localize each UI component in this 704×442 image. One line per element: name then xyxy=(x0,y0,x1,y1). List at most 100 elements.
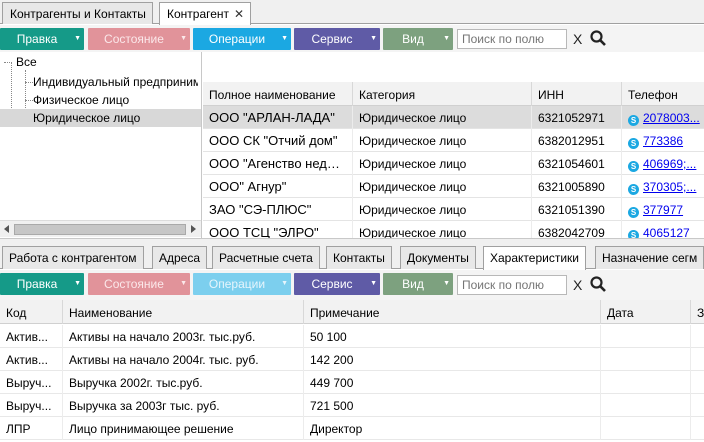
skype-icon[interactable]: S xyxy=(628,161,639,172)
table-row[interactable]: ООО СК "Отчий дом" Юридическое лицо 6382… xyxy=(203,129,704,152)
cell-inn: 6321054601 xyxy=(532,152,622,175)
tree-horizontal-scrollbar[interactable] xyxy=(0,220,201,237)
column-header-phone[interactable]: Телефон xyxy=(622,82,704,106)
field-search-input[interactable] xyxy=(457,275,567,295)
skype-icon[interactable]: S xyxy=(628,184,639,195)
button-label: Сервис xyxy=(311,277,353,291)
phone-link[interactable]: 773386 xyxy=(643,134,683,148)
operations-menu-button[interactable]: Операции ▼ xyxy=(193,273,291,295)
phone-link[interactable]: 2078003... xyxy=(643,111,700,125)
skype-icon[interactable]: S xyxy=(628,138,639,149)
edit-menu-button[interactable]: Правка ▼ xyxy=(0,273,84,295)
skype-icon[interactable]: S xyxy=(628,207,639,218)
search-icon[interactable] xyxy=(590,276,606,292)
button-label: Правка xyxy=(16,277,58,291)
tab-characteristics[interactable]: Характеристики xyxy=(483,246,586,270)
table-row[interactable]: ООО "АРЛАН-ЛАДА" Юридическое лицо 632105… xyxy=(203,106,704,129)
column-header-date[interactable]: Дата xyxy=(601,300,691,324)
column-header-name[interactable]: Наименование xyxy=(63,300,304,324)
detail-tab-strip: Работа с контрагентом Адреса Расчетные с… xyxy=(0,244,704,270)
dropdown-arrow-icon: ▼ xyxy=(180,35,187,42)
cell-inn: 6382012951 xyxy=(532,129,622,152)
view-menu-button[interactable]: Вид ▼ xyxy=(383,273,453,295)
dropdown-arrow-icon: ▼ xyxy=(370,280,377,287)
cell-inn: 6321051390 xyxy=(532,198,622,221)
scroll-right-icon[interactable] xyxy=(191,225,196,233)
button-label: Состояние xyxy=(104,277,164,291)
cell-category: Юридическое лицо xyxy=(353,175,532,198)
column-header-value[interactable]: З xyxy=(691,300,704,324)
table-row[interactable]: Актив... Активы на начало 2004г. тыс. ру… xyxy=(0,348,704,371)
dropdown-arrow-icon: ▼ xyxy=(74,280,81,287)
skype-icon[interactable]: S xyxy=(628,115,639,126)
column-header-note[interactable]: Примечание xyxy=(304,300,601,324)
cell-date xyxy=(601,371,691,394)
tab-documents[interactable]: Документы xyxy=(400,246,476,269)
table-row[interactable]: ООО ТСЦ "ЭЛРО" Юридическое лицо 63820427… xyxy=(203,221,704,238)
tab-counterparty[interactable]: Контрагент ✕ xyxy=(159,2,252,25)
state-menu-button[interactable]: Состояние ▼ xyxy=(88,273,190,295)
table-row[interactable]: Актив... Активы на начало 2003г. тыс.руб… xyxy=(0,325,704,348)
field-search-input[interactable] xyxy=(457,29,567,49)
category-tree: Все Индивидуальный предприниматель Физич… xyxy=(0,52,202,238)
phone-link[interactable]: 406969;... xyxy=(643,157,696,171)
state-menu-button[interactable]: Состояние ▼ xyxy=(88,28,190,50)
toolbar-main: Правка ▼ Состояние ▼ Операции ▼ Сервис ▼ Вид… xyxy=(0,25,704,52)
column-header-code[interactable]: Код xyxy=(0,300,63,324)
cell-category: Юридическое лицо xyxy=(353,198,532,221)
tree-item-legal-entity[interactable]: Юридическое лицо xyxy=(33,111,140,125)
table-row[interactable]: Выруч... Выручка 2002г. тыс.руб. 449 700 xyxy=(0,371,704,394)
search-icon[interactable] xyxy=(590,30,606,46)
cell-full-name: ООО "АРЛАН-ЛАДА" xyxy=(203,106,353,129)
phone-link[interactable]: 377977 xyxy=(643,203,683,217)
cell-full-name: ООО СК "Отчий дом" xyxy=(203,129,353,152)
clear-search-icon[interactable]: X xyxy=(573,31,582,47)
tree-item-individual[interactable]: Физическое лицо xyxy=(33,93,129,107)
cell-code: ЛПР xyxy=(0,417,63,440)
grid-header: Полное наименование Категория ИНН Телефо… xyxy=(203,82,704,106)
counterparty-grid: Полное наименование Категория ИНН Телефо… xyxy=(203,52,704,238)
column-header-full-name[interactable]: Полное наименование xyxy=(203,82,353,106)
tab-counterparties-contacts[interactable]: Контрагенты и Контакты xyxy=(2,2,153,24)
scroll-thumb[interactable] xyxy=(14,224,186,235)
cell-full-name: ЗАО "СЭ-ПЛЮС" xyxy=(203,198,353,221)
skype-icon[interactable]: S xyxy=(628,230,639,238)
service-menu-button[interactable]: Сервис ▼ xyxy=(294,273,380,295)
tab-contacts[interactable]: Контакты xyxy=(326,246,392,269)
view-menu-button[interactable]: Вид ▼ xyxy=(383,28,453,50)
dropdown-arrow-icon: ▼ xyxy=(281,280,288,287)
tab-label: Контрагент xyxy=(167,7,230,21)
tab-label: Контрагенты и Контакты xyxy=(10,7,146,21)
table-row[interactable]: ЛПР Лицо принимающее решение Директор xyxy=(0,417,704,440)
button-label: Правка xyxy=(16,32,58,46)
operations-menu-button[interactable]: Операции ▼ xyxy=(193,28,291,50)
column-header-category[interactable]: Категория xyxy=(353,82,532,106)
tab-segment-assignment[interactable]: Назначение сегм xyxy=(595,246,704,269)
cell-inn: 6382042709 xyxy=(532,221,622,238)
tab-addresses[interactable]: Адреса xyxy=(152,246,208,269)
button-label: Состояние xyxy=(104,32,164,46)
dropdown-arrow-icon: ▼ xyxy=(74,35,81,42)
column-header-inn[interactable]: ИНН xyxy=(532,82,622,106)
table-row[interactable]: ЗАО "СЭ-ПЛЮС" Юридическое лицо 632105139… xyxy=(203,198,704,221)
toolbar-detail: Правка ▼ Состояние ▼ Операции ▼ Сервис ▼ Вид… xyxy=(0,270,704,300)
button-label: Сервис xyxy=(311,32,353,46)
close-icon[interactable]: ✕ xyxy=(234,7,244,21)
tab-bank-accounts[interactable]: Расчетные счета xyxy=(212,246,320,269)
dropdown-arrow-icon: ▼ xyxy=(443,280,450,287)
table-row[interactable]: ООО "Агенство недвижимости" Юридическое … xyxy=(203,152,704,175)
clear-search-icon[interactable]: X xyxy=(573,277,582,293)
tree-root-all[interactable]: Все xyxy=(16,55,37,69)
cell-date xyxy=(601,325,691,348)
tree-item-individual-entrepreneur[interactable]: Индивидуальный предприниматель xyxy=(33,75,198,89)
table-row[interactable]: Выруч... Выручка за 2003г тыс. руб. 721 … xyxy=(0,394,704,417)
table-row[interactable]: ООО" Агнур" Юридическое лицо 6321005890 … xyxy=(203,175,704,198)
phone-link[interactable]: 4065127 xyxy=(643,226,690,238)
scroll-left-icon[interactable] xyxy=(4,225,9,233)
edit-menu-button[interactable]: Правка ▼ xyxy=(0,28,84,50)
tab-work-with-counterparty[interactable]: Работа с контрагентом xyxy=(2,246,144,269)
tree-connector xyxy=(25,82,33,83)
service-menu-button[interactable]: Сервис ▼ xyxy=(294,28,380,50)
cell-note: 142 200 xyxy=(304,348,601,371)
phone-link[interactable]: 370305;... xyxy=(643,180,696,194)
